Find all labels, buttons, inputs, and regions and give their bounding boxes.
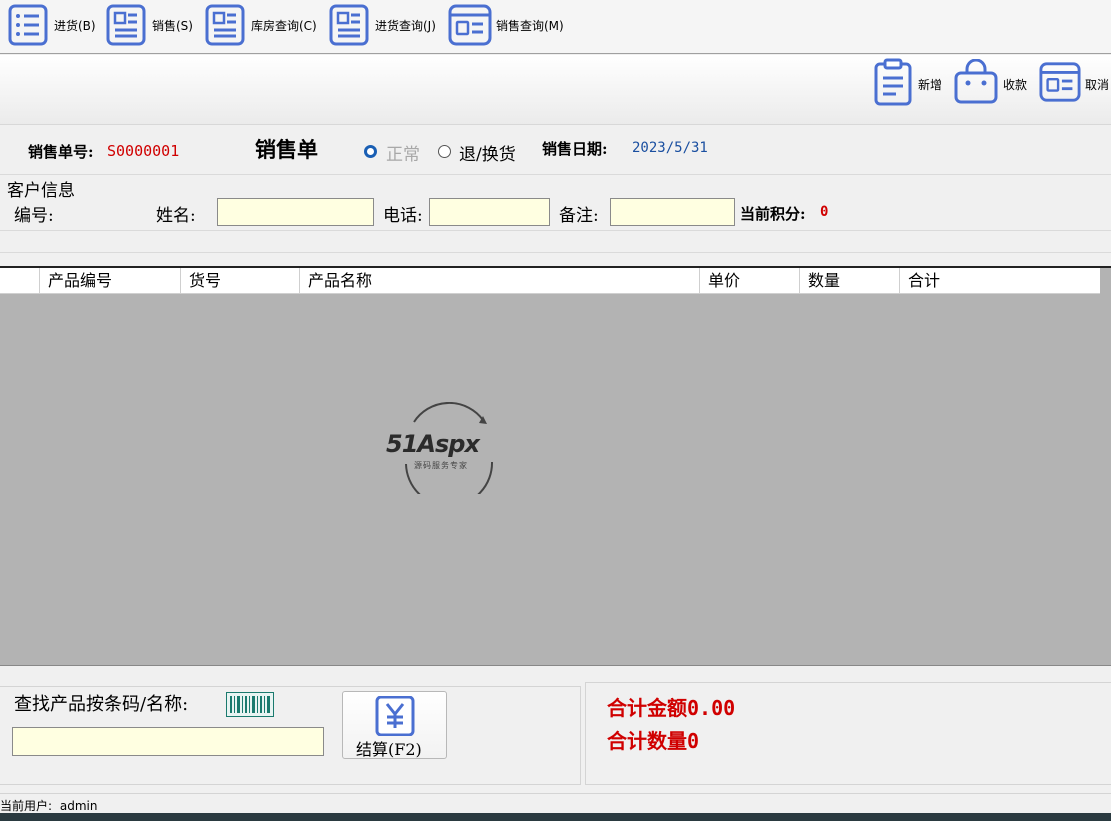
document-icon — [104, 3, 148, 47]
clipboard-icon — [872, 58, 914, 110]
customer-note-input[interactable] — [610, 198, 735, 226]
new-label: 新增 — [918, 77, 943, 92]
inventory-query-button[interactable]: 库房查询(C) — [203, 0, 317, 50]
purchase-query-button[interactable]: 进货查询(J) — [327, 0, 436, 50]
customer-phone-input[interactable] — [429, 198, 550, 226]
document-icon — [327, 3, 371, 47]
divider — [0, 252, 1111, 253]
customer-name-input[interactable] — [217, 198, 374, 226]
column-header[interactable]: 货号 — [180, 268, 299, 294]
column-header[interactable]: 合计 — [899, 268, 1100, 294]
pay-button[interactable]: 收款 — [953, 58, 1027, 110]
mode-return-label: 退/换货 — [459, 145, 516, 165]
mode-normal-label: 正常 — [386, 145, 420, 165]
current-user-label: 当前用户: — [0, 799, 53, 813]
list-icon — [6, 3, 50, 47]
search-input[interactable] — [12, 727, 324, 756]
checkout-button[interactable]: 结算(F2) — [342, 691, 447, 759]
column-header[interactable]: 产品编号 — [39, 268, 180, 294]
document-icon — [203, 3, 247, 47]
column-header[interactable]: 数量 — [799, 268, 899, 294]
pay-label: 收款 — [1003, 77, 1028, 92]
customer-note-label: 备注: — [559, 206, 599, 226]
divider — [0, 174, 1111, 175]
sale-date-value: 2023/5/31 — [632, 140, 708, 156]
watermark-brand: 51Aspx — [386, 430, 480, 458]
watermark-logo: 51Aspx 源码服务专家 — [386, 402, 512, 494]
row-header-cell — [0, 268, 39, 294]
mode-normal-radio[interactable] — [364, 145, 377, 158]
checkout-label: 结算(F2) — [356, 740, 422, 759]
purchase-label: 进货(B) — [54, 18, 96, 33]
total-quantity: 合计数量0 — [607, 725, 699, 754]
customer-name-label: 姓名: — [156, 206, 196, 226]
cancel-label: 取消 — [1085, 77, 1110, 92]
sales-label: 销售(S) — [152, 18, 193, 33]
bag-icon — [953, 58, 999, 109]
card-icon — [448, 3, 492, 47]
taskbar-strip — [0, 813, 1111, 821]
column-header[interactable]: 单价 — [699, 268, 799, 294]
current-user-value: admin — [59, 799, 98, 813]
total-quantity-label: 合计数量 — [607, 729, 687, 753]
cancel-button[interactable]: 取消 — [1039, 58, 1109, 110]
grid-header: 产品编号 货号 产品名称 单价 数量 合计 — [0, 268, 1100, 294]
points-label: 当前积分: — [740, 205, 806, 223]
divider — [0, 230, 1111, 231]
purchase-query-label: 进货查询(J) — [375, 18, 436, 33]
total-quantity-value: 0 — [687, 729, 700, 753]
sales-button[interactable]: 销售(S) — [104, 0, 193, 50]
product-grid[interactable]: 产品编号 货号 产品名称 单价 数量 合计 — [0, 266, 1111, 666]
total-amount: 合计金额0.00 — [607, 692, 735, 721]
mode-return-radio[interactable] — [438, 145, 451, 158]
sale-date-label: 销售日期: — [542, 140, 608, 158]
total-amount-label: 合计金额 — [607, 696, 687, 720]
card-icon — [1039, 60, 1081, 108]
page-title: 销售单 — [255, 137, 318, 162]
customer-id-label: 编号: — [14, 206, 54, 226]
column-header[interactable]: 产品名称 — [299, 268, 699, 294]
action-bar: 新增 收款 取消 — [0, 55, 1111, 125]
customer-phone-label: 电话: — [383, 206, 423, 226]
current-user: 当前用户: admin — [0, 797, 97, 814]
customer-section-title: 客户信息 — [7, 176, 78, 201]
total-amount-value: 0.00 — [687, 696, 736, 720]
main-toolbar: 进货(B) 销售(S) 库房查询(C) 进货查询(J) 销售查询(M) — [0, 0, 1111, 54]
status-bar: 当前用户: admin — [0, 793, 1111, 813]
watermark-tagline: 源码服务专家 — [414, 461, 468, 470]
sales-query-button[interactable]: 销售查询(M) — [448, 0, 564, 50]
barcode-icon[interactable] — [226, 692, 274, 717]
new-button[interactable]: 新增 — [872, 58, 942, 110]
sales-query-label: 销售查询(M) — [496, 18, 564, 33]
order-number-label: 销售单号: — [28, 143, 94, 161]
purchase-button[interactable]: 进货(B) — [6, 0, 96, 50]
yen-document-icon — [375, 695, 415, 740]
order-number-value: S0000001 — [107, 142, 180, 160]
inventory-query-label: 库房查询(C) — [251, 18, 317, 33]
search-label: 查找产品按条码/名称: — [14, 694, 189, 715]
points-value: 0 — [820, 204, 829, 220]
